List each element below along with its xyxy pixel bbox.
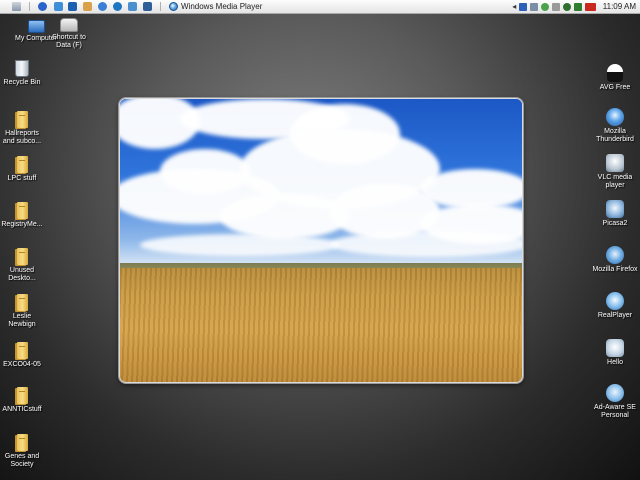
vlc-icon [606,154,624,172]
desktop-icon-hallreports[interactable]: Hallreports and subco... [0,110,62,146]
desktop-icon-label: Hallreports and subco... [2,130,42,145]
desktop-icon-shortcut-data[interactable]: Shortcut to Data (F) [29,16,109,50]
desktop-icon-genes-and-society[interactable]: Genes and Society [0,433,62,469]
desktop-icon-lpc-stuff[interactable]: LPC stuff [0,155,62,183]
desktop-icon-label: Mozilla Firefox [592,266,638,273]
taskbar-button-windows-media-player[interactable]: Windows Media Player [169,0,359,13]
hello-icon [606,339,624,357]
desktop-icon-exco04-05[interactable]: EXCO04-05 [0,341,62,369]
adaware-icon [606,384,624,402]
desktop-icon-label: RegistryMe... [1,221,43,228]
desktop-icon-label: Ad-Aware SE Personal [594,404,636,419]
desktop-icon-label: Picasa2 [602,220,628,227]
desktop-icon-registryme[interactable]: RegistryMe... [0,201,62,229]
taskbar-separator [160,2,161,11]
desktop-icon-hello[interactable]: Hello [575,339,640,367]
desktop-icon-label: RealPlayer [597,312,633,319]
desktop-icon-label: Shortcut to Data (F) [52,34,86,49]
taskbar-separator [29,2,30,11]
desktop-icon-label: Unused Deskto... [8,267,36,282]
realplayer-icon [606,292,624,310]
quicklaunch-app-icon[interactable] [143,2,152,11]
folder-icon [13,386,31,404]
desktop-icon-label: Leslie Newbign [8,313,36,328]
desktop-icon-mozilla-firefox[interactable]: Mozilla Firefox [575,246,640,274]
drive-icon [60,18,78,32]
taskbar-button-label: Windows Media Player [181,2,263,11]
quicklaunch-thunderbird-icon[interactable] [113,2,122,11]
desktop-icon-realplayer[interactable]: RealPlayer [575,292,640,320]
picasa-icon [606,200,624,218]
desktop-icon-label: AVG Free [599,84,631,91]
desktop-icon-label: Mozilla Thunderbird [596,128,634,143]
wallpaper-wheat-field-photo [119,98,523,383]
quicklaunch-firefox-icon[interactable] [98,2,107,11]
folder-icon [13,201,31,219]
desktop-icon-leslie-newbign[interactable]: Leslie Newbign [0,293,62,329]
desktop-icon-recycle-bin[interactable]: Recycle Bin [0,60,62,87]
tray-network-icon[interactable] [518,2,527,11]
quicklaunch-mail-icon[interactable] [128,2,137,11]
desktop-icon-label: Hello [607,359,623,366]
desktop-icon-label: EXCO04-05 [3,361,41,368]
folder-icon [13,247,31,265]
quicklaunch-browser-icon[interactable] [38,2,47,11]
folder-icon [13,293,31,311]
quicklaunch-desktop-icon[interactable] [54,2,63,11]
tray-expand-chevron-icon[interactable]: ◂ [510,2,519,11]
thunderbird-icon [606,108,624,126]
tray-security-icon[interactable] [540,2,549,11]
tray-avg-icon[interactable] [584,2,596,11]
desktop-icon-label: Recycle Bin [3,79,41,86]
desktop-icon-annticstuff[interactable]: ANNTICstuff [0,386,62,414]
desktop-icon-label: ANNTICstuff [2,406,42,413]
desktop-icon-picasa2[interactable]: Picasa2 [575,200,640,228]
tray-update-icon[interactable] [562,2,571,11]
folder-icon [13,155,31,173]
windows-media-player-icon [169,2,178,11]
tray-volume-icon[interactable] [551,2,560,11]
start-button-icon[interactable] [12,2,21,11]
folder-icon [13,433,31,451]
tray-display-icon[interactable] [529,2,538,11]
recycle-bin-icon [15,60,29,77]
folder-icon [13,341,31,359]
desktop-icon-unused-desktop[interactable]: Unused Deskto... [0,247,62,283]
system-tray: ◂ 11:09 AM [510,0,640,13]
photo-wheat-field [120,268,522,382]
desktop-icon-avg-free[interactable]: AVG Free [575,64,640,92]
desktop-icon-label: Genes and Society [4,453,40,468]
desktop-icon-label: VLC media player [597,174,633,189]
firefox-icon [606,246,624,264]
desktop-icon-mozilla-thunderbird[interactable]: Mozilla Thunderbird [575,108,640,144]
desktop-icon-ad-aware-se[interactable]: Ad-Aware SE Personal [575,384,640,420]
avg-icon [607,64,623,82]
tray-app-icon[interactable] [573,2,582,11]
taskbar: Windows Media Player ◂ 11:09 AM [0,0,640,14]
quicklaunch-folder-icon[interactable] [83,2,92,11]
folder-icon [13,110,31,128]
desktop-icon-label: LPC stuff [7,175,37,182]
quicklaunch-media-icon[interactable] [68,2,77,11]
taskbar-clock[interactable]: 11:09 AM [603,2,636,11]
desktop-icon-vlc-media-player[interactable]: VLC media player [575,154,640,190]
